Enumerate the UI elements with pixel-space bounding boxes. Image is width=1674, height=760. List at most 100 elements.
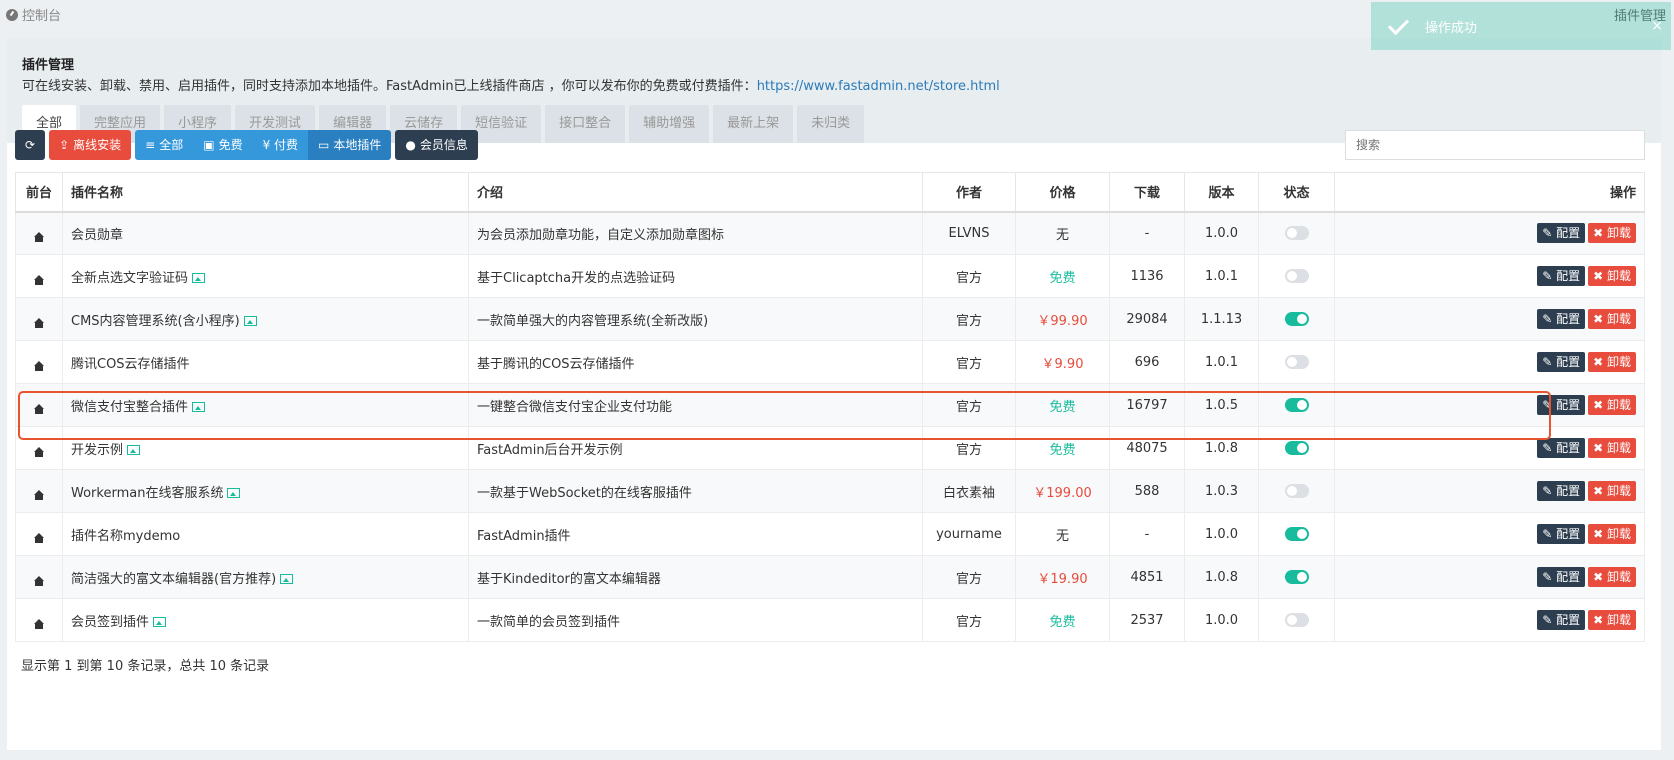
uninstall-button[interactable]: ✖ 卸载 [1588,223,1636,244]
plugin-name[interactable]: Workerman在线客服系统 [71,486,223,501]
home-icon[interactable] [34,489,44,500]
image-icon[interactable] [243,315,257,326]
tab-8[interactable]: 辅助增强 [629,105,710,143]
filter-paid-button[interactable]: ¥ 付费 [252,130,309,160]
panel-description: 可在线安装、卸载、禁用、启用插件，同时支持添加本地插件。FastAdmin已上线… [22,75,1646,94]
col-price[interactable]: 价格 [1015,172,1110,213]
home-icon[interactable] [34,274,44,285]
col-author[interactable]: 作者 [922,172,1016,213]
status-toggle[interactable] [1284,484,1309,498]
plugin-version: 1.0.8 [1184,426,1259,470]
config-button[interactable]: ✎ 配置 [1537,481,1586,501]
plugin-name[interactable]: 全新点选文字验证码 [71,271,188,286]
col-downloads[interactable]: 下载 [1109,172,1185,213]
close-icon[interactable]: × [1651,18,1663,34]
config-button[interactable]: ✎ 配置 [1537,223,1586,244]
uninstall-button[interactable]: ✖ 卸载 [1588,438,1636,458]
uninstall-button[interactable]: ✖ 卸载 [1588,610,1636,630]
breadcrumb[interactable]: 控制台 [6,5,61,24]
config-button[interactable]: ✎ 配置 [1537,395,1586,415]
config-button[interactable]: ✎ 配置 [1537,266,1586,286]
home-icon[interactable] [34,403,44,414]
tab-9[interactable]: 最新上架 [713,105,794,143]
image-icon[interactable] [153,616,167,627]
uninstall-button[interactable]: ✖ 卸载 [1588,567,1636,587]
frontend-cell [15,254,63,298]
uninstall-button[interactable]: ✖ 卸载 [1588,352,1636,372]
status-toggle[interactable] [1284,226,1309,241]
search-input[interactable] [1345,130,1645,160]
config-button[interactable]: ✎ 配置 [1537,567,1586,587]
col-version[interactable]: 版本 [1184,172,1259,213]
plugin-downloads: 48075 [1109,426,1185,470]
plugin-version: 1.0.0 [1184,598,1259,642]
plugin-name-cell: 插件名称mydemo [62,512,469,556]
store-link[interactable]: https://www.fastadmin.net/store.html [757,79,1000,94]
config-button[interactable]: ✎ 配置 [1537,309,1586,329]
home-icon[interactable] [34,446,44,457]
plugin-intro: 基于Clicaptcha开发的点选验证码 [468,254,923,298]
close-icon: ✖ [1593,355,1604,369]
status-toggle[interactable] [1284,312,1309,326]
plugin-name[interactable]: 简洁强大的富文本编辑器(官方推荐) [71,572,276,587]
home-icon[interactable] [34,575,44,586]
pencil-icon: ✎ [1542,484,1553,498]
local-plugins-button[interactable]: ▭ 本地插件 [308,130,392,160]
config-button[interactable]: ✎ 配置 [1537,610,1586,630]
plugin-name[interactable]: 会员勋章 [71,228,123,243]
plugin-price: ￥99.90 [1015,297,1110,341]
home-icon[interactable] [34,532,44,543]
filter-free-button[interactable]: ▣ 免费 [193,130,253,160]
uninstall-label: 卸载 [1606,441,1631,455]
plugin-price: ￥19.90 [1015,555,1110,599]
plugin-name[interactable]: 会员签到插件 [71,615,149,630]
col-intro[interactable]: 介绍 [468,172,923,213]
status-toggle[interactable] [1284,398,1309,412]
tab-7[interactable]: 接口整合 [545,105,626,143]
status-toggle[interactable] [1284,613,1309,627]
config-label: 配置 [1556,527,1581,541]
uninstall-label: 卸载 [1606,312,1631,326]
plugin-intro: 一款基于WebSocket的在线客服插件 [468,469,923,513]
home-icon[interactable] [34,231,44,242]
uninstall-button[interactable]: ✖ 卸载 [1588,309,1636,329]
image-icon[interactable] [192,401,206,412]
plugin-name-cell: 微信支付宝整合插件 [62,383,469,427]
plugin-name[interactable]: 腾讯COS云存储插件 [71,357,190,372]
status-toggle[interactable] [1284,527,1309,541]
member-info-button[interactable]: ● 会员信息 [395,130,478,160]
status-toggle[interactable] [1284,570,1309,584]
config-button[interactable]: ✎ 配置 [1537,352,1586,372]
frontend-cell [15,340,63,384]
plugin-downloads: 2537 [1109,598,1185,642]
home-icon[interactable] [34,317,44,328]
image-icon[interactable] [192,272,206,283]
image-icon[interactable] [227,487,241,498]
status-toggle[interactable] [1284,355,1309,369]
uninstall-button[interactable]: ✖ 卸载 [1588,524,1636,544]
image-icon[interactable] [127,444,141,455]
config-button[interactable]: ✎ 配置 [1537,438,1586,458]
status-toggle[interactable] [1284,269,1309,283]
tab-10[interactable]: 未归类 [797,105,865,143]
uninstall-label: 卸载 [1606,484,1631,498]
uninstall-button[interactable]: ✖ 卸载 [1588,266,1636,286]
col-status[interactable]: 状态 [1258,172,1335,213]
plugin-name[interactable]: CMS内容管理系统(含小程序) [71,314,240,329]
plugin-name[interactable]: 开发示例 [71,443,123,458]
uninstall-button[interactable]: ✖ 卸载 [1588,395,1636,415]
offline-install-button[interactable]: ⇪ 离线安装 [49,130,132,160]
status-toggle[interactable] [1284,441,1309,455]
filter-all-button[interactable]: ≡ 全部 [135,130,194,160]
status-cell [1258,598,1335,642]
home-icon[interactable] [34,618,44,629]
image-icon[interactable] [280,573,294,584]
config-button[interactable]: ✎ 配置 [1537,524,1586,544]
plugin-name[interactable]: 微信支付宝整合插件 [71,400,188,415]
col-frontend[interactable]: 前台 [15,172,63,213]
refresh-button[interactable]: ⟳ [15,130,46,160]
col-plugin-name[interactable]: 插件名称 [62,172,469,213]
home-icon[interactable] [34,360,44,371]
uninstall-button[interactable]: ✖ 卸载 [1588,481,1636,501]
plugin-name[interactable]: 插件名称mydemo [71,529,180,544]
